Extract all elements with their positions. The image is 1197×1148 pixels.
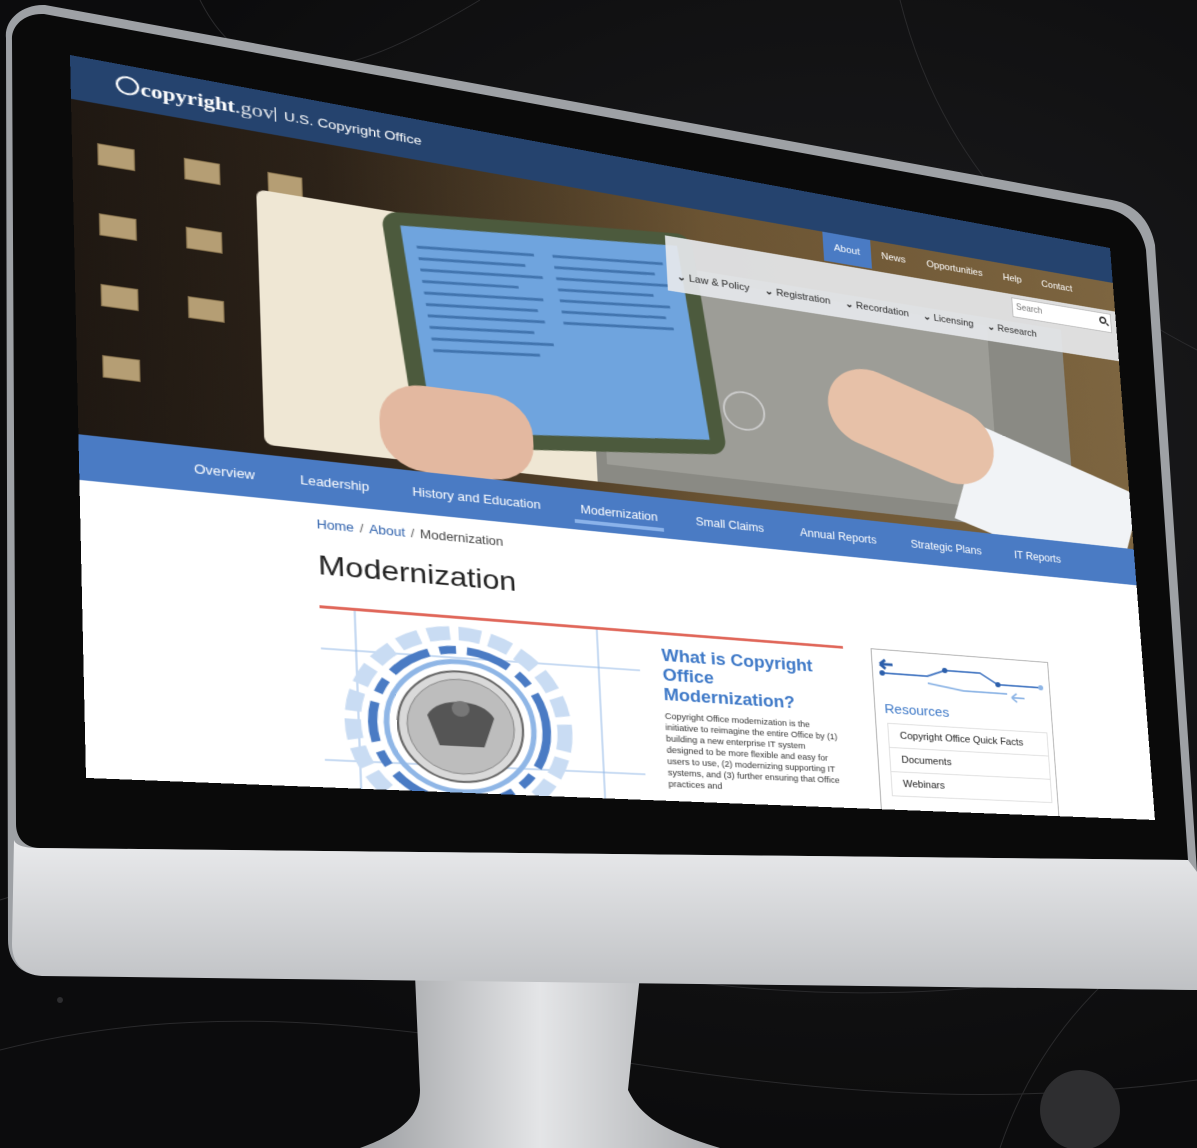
subnav-annual-reports[interactable]: Annual Reports — [800, 526, 877, 546]
resources-panel: Resources Copyright Office Quick Facts D… — [870, 648, 1061, 820]
chevron-down-icon: ⌄ — [986, 321, 996, 333]
page-title: Modernization — [317, 549, 517, 597]
breadcrumb-about[interactable]: About — [369, 522, 405, 539]
breadcrumb-home[interactable]: Home — [316, 517, 354, 534]
subnav-leadership[interactable]: Leadership — [300, 473, 369, 494]
nav-recordation[interactable]: ⌄ Recordation — [845, 298, 910, 319]
breadcrumb: Home / About / Modernization — [316, 517, 504, 549]
logo-text: copyright — [140, 79, 236, 118]
subnav-overview[interactable]: Overview — [194, 462, 255, 482]
feature-card: What is Copyright Office Modernization? … — [319, 605, 854, 820]
subnav-modernization[interactable]: Modernization — [580, 503, 658, 524]
subnav-strategic-plans[interactable]: Strategic Plans — [910, 538, 982, 557]
nav-research[interactable]: ⌄ Research — [987, 321, 1037, 340]
circuit-arrows-graphic — [872, 649, 1051, 709]
feature-body: Copyright Office modernization is the in… — [664, 711, 840, 791]
breadcrumb-current: Modernization — [419, 527, 504, 549]
search-input[interactable] — [1012, 298, 1098, 329]
subnav-small-claims[interactable]: Small Claims — [695, 515, 764, 535]
subnav-history-education[interactable]: History and Education — [412, 485, 541, 512]
modernization-seal-graphic — [320, 608, 648, 812]
copyright-logo-icon — [115, 74, 140, 98]
chevron-down-icon: ⌄ — [764, 285, 774, 298]
nav-law-policy[interactable]: ⌄ Law & Policy — [677, 271, 750, 294]
chevron-down-icon: ⌄ — [676, 271, 687, 284]
nav-licensing[interactable]: ⌄ Licensing — [923, 310, 974, 329]
feature-title: What is Copyright Office Modernization? — [661, 645, 813, 712]
resources-title: Resources — [884, 701, 950, 721]
nav-registration[interactable]: ⌄ Registration — [764, 285, 830, 307]
logo-suffix: .gov — [234, 97, 275, 125]
search-icon[interactable] — [1098, 316, 1107, 325]
subnav-it-reports[interactable]: IT Reports — [1014, 549, 1062, 566]
resources-list: Copyright Office Quick Facts Documents W… — [887, 722, 1053, 804]
chevron-down-icon: ⌄ — [844, 298, 854, 311]
chevron-down-icon: ⌄ — [922, 311, 932, 323]
